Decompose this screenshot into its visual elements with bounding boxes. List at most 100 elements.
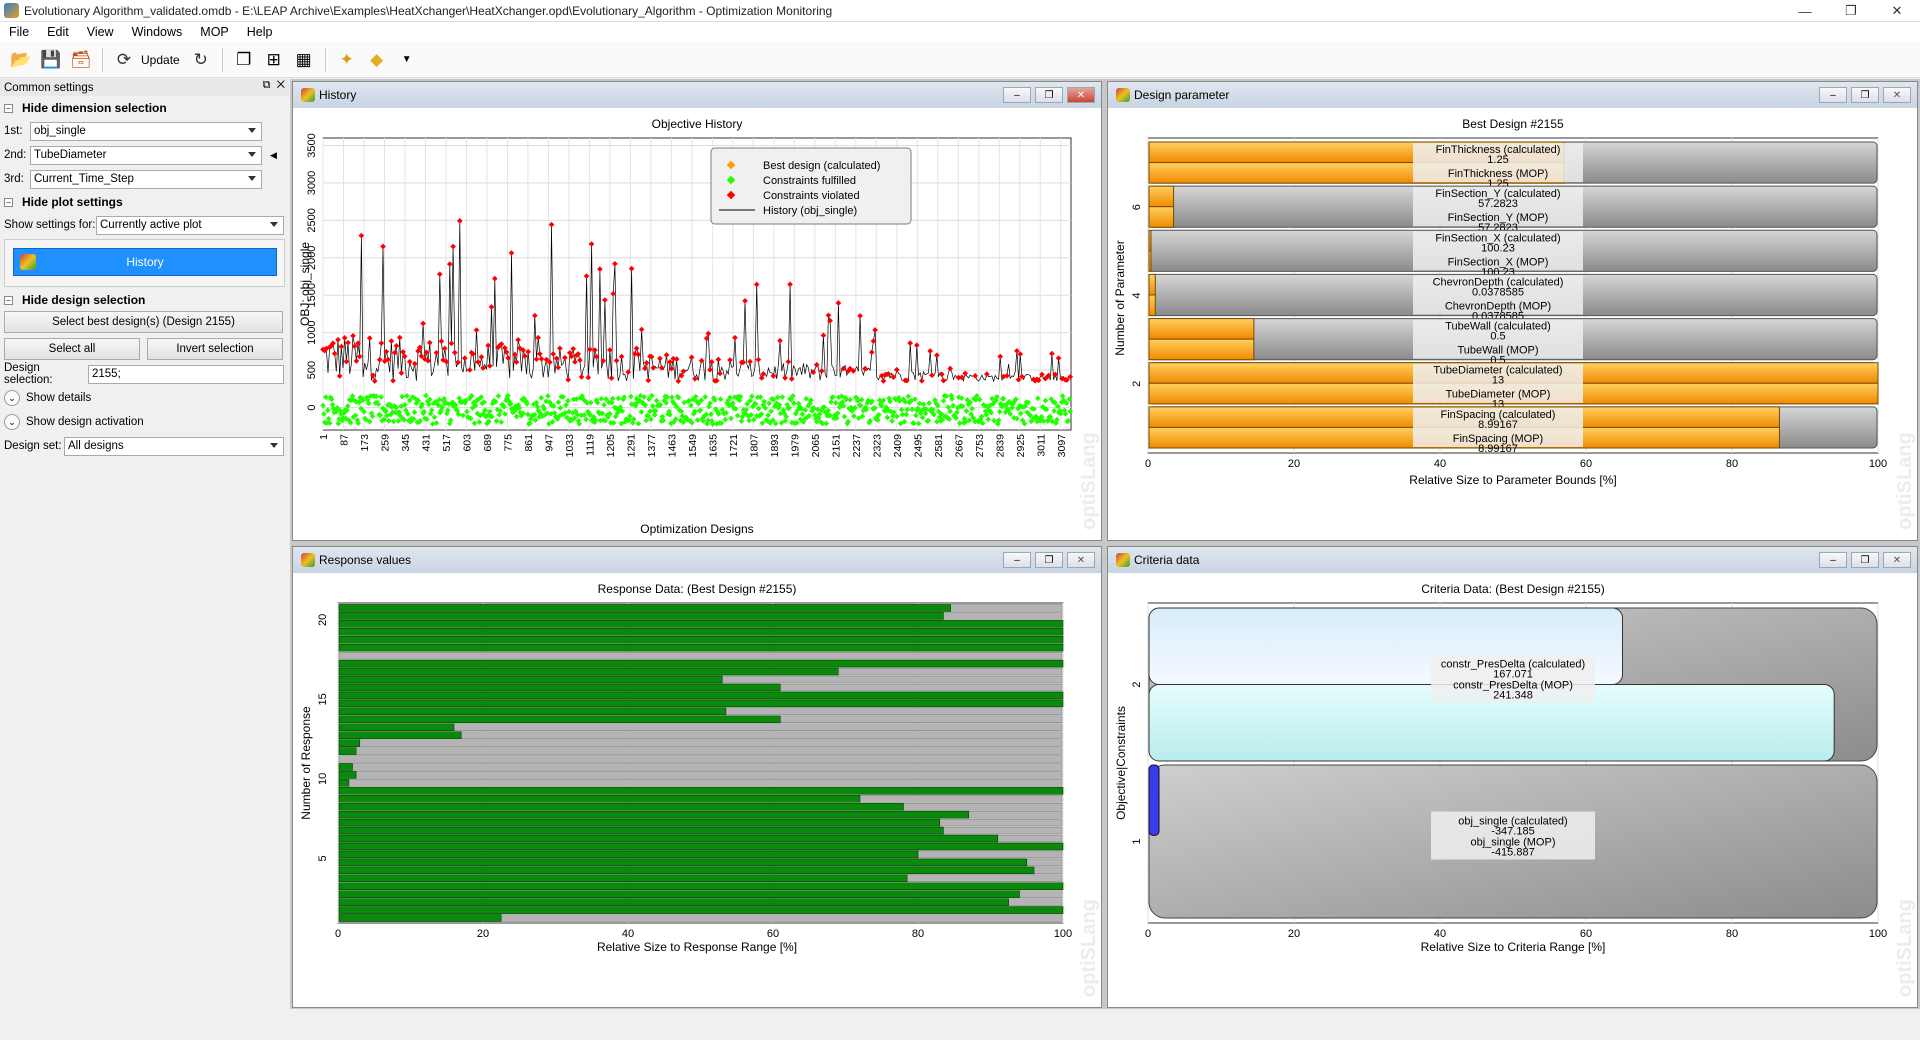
minimize-panel-button[interactable]: – (1819, 87, 1847, 103)
y-tick-label: 3500 (306, 133, 318, 157)
collapse-icon[interactable]: – (4, 295, 13, 305)
arrow-left-icon[interactable]: ◀ (270, 150, 277, 161)
menu-file[interactable]: File (0, 25, 38, 39)
x-tick-label: 0 (1145, 928, 1151, 940)
response-value-bar (338, 810, 970, 819)
dim-section-title[interactable]: Hide dimension selection (22, 101, 167, 115)
parameter-row-FinSection_X: FinSection_X (calculated)100.23FinSectio… (1148, 229, 1878, 278)
collapse-icon[interactable]: – (4, 103, 13, 113)
close-window-button[interactable]: ✕ (1874, 0, 1920, 22)
menu-windows[interactable]: Windows (123, 25, 192, 39)
update-icon[interactable]: ⟳ (111, 47, 137, 73)
undock-icon[interactable]: ⧉ (263, 79, 271, 91)
response-value-bar (338, 620, 1064, 628)
expand-icon[interactable]: ⌄ (4, 390, 20, 406)
show-settings-label: Show settings for: (4, 219, 96, 231)
plot-section-title[interactable]: Hide plot settings (22, 195, 123, 209)
close-dock-icon[interactable]: ✕ (277, 79, 285, 91)
response-chart[interactable]: optiSLang Response Data: (Best Design #21… (293, 573, 1101, 1007)
chart-legend: Best design (calculated) Constraints fulf… (710, 147, 912, 225)
select-all-button[interactable]: Select all (4, 338, 140, 360)
x-tick-label: 775 (502, 434, 514, 452)
export-icon[interactable]: 🗃 (68, 47, 94, 73)
design-section-title[interactable]: Hide design selection (22, 293, 145, 307)
close-panel-button[interactable]: ✕ (1067, 552, 1095, 568)
restore-panel-button[interactable]: ❐ (1035, 87, 1063, 103)
x-tick-label: 2925 (1015, 434, 1027, 458)
x-tick-label: 431 (420, 434, 432, 452)
x-axis-label: Relative Size to Criteria Range [%] (1421, 940, 1606, 954)
collapse-icon[interactable]: – (4, 197, 13, 207)
x-tick-label: 947 (543, 434, 555, 452)
close-panel-button[interactable]: ✕ (1883, 87, 1911, 103)
response-value-bar (338, 739, 361, 747)
criteria-row: constr_PresDelta (calculated)167.071cons… (1148, 607, 1878, 762)
wand-icon[interactable]: ✦ (334, 47, 360, 73)
update-button[interactable]: Update (141, 53, 180, 67)
close-panel-button[interactable]: ✕ (1067, 87, 1095, 103)
dropdown-arrow-icon[interactable]: ▼ (394, 47, 420, 73)
show-settings-select[interactable]: Currently active plot (96, 215, 284, 235)
design-selection-input[interactable]: 2155; (88, 364, 284, 384)
show-details-toggle[interactable]: Show details (26, 392, 91, 404)
history-chart[interactable]: optiSLangObjective History05001000150020… (293, 108, 1101, 540)
history-icon (20, 254, 36, 270)
invert-selection-button[interactable]: Invert selection (147, 338, 283, 360)
menu-edit[interactable]: Edit (38, 25, 78, 39)
y-tick-label: 20 (317, 614, 329, 626)
minimize-panel-button[interactable]: – (1819, 552, 1847, 568)
minimize-button[interactable]: — (1782, 0, 1828, 22)
dim1-select[interactable]: obj_single (30, 121, 262, 141)
design-parameter-chart[interactable]: optiSLang Best Design #2155 0 20 40 60 80 100 Re… (1108, 108, 1917, 540)
x-tick-label: 2495 (912, 434, 924, 458)
minimize-panel-button[interactable]: – (1003, 552, 1031, 568)
show-activation-toggle[interactable]: Show design activation (26, 416, 144, 428)
criteria-data-panel: Criteria data – ❐ ✕ optiSLang Criteria Data… (1107, 546, 1918, 1008)
cascade-windows-icon[interactable]: ❐ (231, 47, 257, 73)
window-title: Evolutionary Algorithm_validated.omdb - … (24, 3, 833, 18)
common-settings-title: Common settings (4, 81, 94, 94)
grid-windows-icon[interactable]: ▦ (291, 47, 317, 73)
parameter-calc-value: 1.25 (1487, 154, 1508, 166)
response-value-bar (338, 771, 357, 779)
save-icon[interactable]: 💾 (38, 47, 64, 73)
response-value-bar (338, 890, 1020, 898)
parameter-calc-bar (1148, 318, 1255, 340)
y-tick-label: 2 (1131, 381, 1143, 387)
restore-panel-button[interactable]: ❐ (1035, 552, 1063, 568)
gem-icon[interactable]: ◆ (364, 47, 390, 73)
x-tick-label: 2409 (892, 434, 904, 458)
x-tick-label: 1205 (605, 434, 617, 458)
parameter-row-TubeDiameter: TubeDiameter (calculated)13TubeDiameter … (1148, 362, 1879, 411)
design-selection-label: Design selection: (4, 362, 53, 386)
response-value-bar (338, 858, 1028, 867)
design-set-select[interactable]: All designs (64, 436, 284, 456)
select-best-design-button[interactable]: Select best design(s) (Design 2155) (4, 311, 283, 333)
maximize-button[interactable]: ❐ (1828, 0, 1874, 22)
x-tick-label: 0 (1145, 458, 1151, 470)
menu-view[interactable]: View (78, 25, 123, 39)
restore-panel-button[interactable]: ❐ (1851, 552, 1879, 568)
menu-help[interactable]: Help (238, 25, 282, 39)
x-tick-label: 80 (912, 928, 924, 940)
open-folder-icon[interactable]: 📂 (8, 47, 34, 73)
refresh-icon[interactable]: ↻ (188, 47, 214, 73)
response-value-bar (338, 842, 1064, 851)
chevron-down-icon (270, 221, 278, 227)
tile-windows-icon[interactable]: ⊞ (261, 47, 287, 73)
history-plot-button[interactable]: History (13, 248, 277, 276)
dim2-select[interactable]: TubeDiameter (30, 145, 262, 165)
response-value-bar (338, 802, 904, 811)
response-value-bar (338, 612, 944, 620)
menu-mop[interactable]: MOP (191, 25, 237, 39)
x-tick-label: 100 (1869, 928, 1887, 940)
close-panel-button[interactable]: ✕ (1883, 552, 1911, 568)
restore-panel-button[interactable]: ❐ (1851, 87, 1879, 103)
x-tick-label: 60 (767, 928, 779, 940)
expand-icon[interactable]: ⌄ (4, 414, 20, 430)
response-range-bar (338, 739, 1063, 747)
minimize-panel-button[interactable]: – (1003, 87, 1031, 103)
response-value-bar (338, 628, 1064, 636)
dim3-select[interactable]: Current_Time_Step (30, 169, 262, 189)
criteria-chart[interactable]: optiSLang Criteria Data: (Best Design #21… (1108, 573, 1917, 1007)
